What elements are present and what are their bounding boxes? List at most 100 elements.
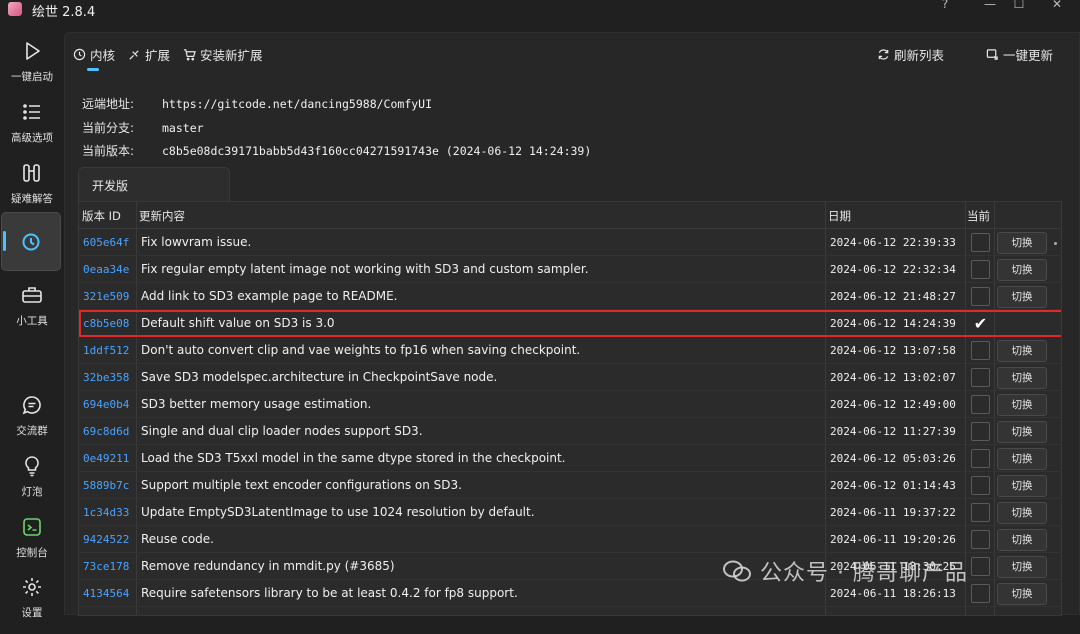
- refresh-list-button[interactable]: 刷新列表: [877, 45, 944, 64]
- commit-date: 2024-06-12 21:48:27: [830, 290, 956, 303]
- table-row[interactable]: 0e49211 Load the SD3 T5xxl model in the s…: [79, 445, 1061, 472]
- sidebar-item-label: 交流群: [16, 425, 48, 437]
- switch-button[interactable]: 切换: [997, 259, 1047, 281]
- sidebar-item-label: 控制台: [16, 547, 48, 559]
- switch-button[interactable]: 切换: [997, 394, 1047, 416]
- table-header: 版本 ID 更新内容 日期 当前: [79, 202, 1061, 229]
- current-checkbox: [971, 341, 990, 360]
- close-button[interactable]: ✕: [1047, 0, 1067, 11]
- tab-dev-branch[interactable]: 开发版: [78, 167, 230, 201]
- sidebar-item-launch[interactable]: 一键启动: [0, 40, 64, 98]
- commit-message: Don't auto convert clip and vae weights …: [141, 343, 581, 357]
- tab-label: 扩展: [145, 48, 171, 63]
- sidebar-item-bulb[interactable]: 灯泡: [0, 455, 64, 513]
- tab-bar: 内核 扩展 安装新扩展 刷新列表 一键更新: [65, 33, 1080, 73]
- table-row[interactable]: 5889b7c Support multiple text encoder con…: [79, 472, 1061, 499]
- switch-button[interactable]: 切换: [997, 421, 1047, 443]
- watermark-text: 公众号 · 腾哥聊产品: [760, 561, 968, 586]
- switch-button[interactable]: 切换: [997, 583, 1047, 605]
- table-row[interactable]: 1c34d33 Update EmptySD3LatentImage to use…: [79, 499, 1061, 526]
- history-icon: [22, 233, 40, 251]
- table-row[interactable]: 9424522 Reuse code. 2024-06-11 19:20:26 切换: [79, 526, 1061, 553]
- table-row[interactable]: 32be358 Save SD3 modelspec.architecture i…: [79, 364, 1061, 391]
- version-id: 321e509: [83, 290, 130, 303]
- table-row[interactable]: 1ddf512 Don't auto convert clip and vae w…: [79, 337, 1061, 364]
- tab-extensions[interactable]: 扩展: [128, 45, 170, 64]
- chat-icon: [22, 396, 41, 415]
- switch-button[interactable]: 切换: [997, 232, 1047, 254]
- help-button[interactable]: ?: [935, 0, 955, 11]
- switch-button[interactable]: 切换: [997, 529, 1047, 551]
- update-all-button[interactable]: 一键更新: [986, 45, 1053, 64]
- table-row[interactable]: 694e0b4 SD3 better memory usage estimatio…: [79, 391, 1061, 418]
- commit-message: Save SD3 modelspec.architecture in Check…: [141, 370, 498, 384]
- toolbox-icon: [22, 287, 42, 303]
- cart-icon: [183, 49, 196, 61]
- current-checkbox: [971, 368, 990, 387]
- list-icon: [23, 104, 40, 120]
- sidebar-item-console[interactable]: 控制台: [0, 516, 64, 574]
- version-id: 69c8d6d: [83, 425, 130, 438]
- version-id: 605e64f: [83, 236, 130, 249]
- table-row[interactable]: 0eaa34e Fix regular empty latent image no…: [79, 256, 1061, 283]
- switch-button[interactable]: 切换: [997, 448, 1047, 470]
- commit-date: 2024-06-11 19:20:26: [830, 533, 956, 546]
- commit-message: Fix lowvram issue.: [141, 235, 252, 249]
- commit-message: Single and dual clip loader nodes suppor…: [141, 424, 423, 438]
- table-row[interactable]: 605e64f Fix lowvram issue. 2024-06-12 22:3…: [79, 229, 1061, 256]
- sidebar-item-tools[interactable]: 小工具: [0, 284, 64, 342]
- table-row[interactable]: 321e509 Add link to SD3 example page to R…: [79, 283, 1061, 310]
- tab-label: 内核: [90, 48, 116, 63]
- header-date[interactable]: 日期: [828, 208, 851, 224]
- switch-button[interactable]: 切换: [997, 286, 1047, 308]
- table-row[interactable]: 69c8d6d Single and dual clip loader nodes…: [79, 418, 1061, 445]
- tab-kernel[interactable]: 内核: [73, 45, 115, 64]
- version-id: 4134564: [83, 587, 130, 600]
- table-row[interactable]: c8b5e08 Default shift value on SD3 is 3.0…: [79, 310, 1061, 337]
- maximize-button[interactable]: ☐: [1009, 0, 1029, 11]
- switch-button[interactable]: 切换: [997, 556, 1047, 578]
- refresh-icon: [878, 49, 889, 60]
- header-current[interactable]: 当前: [967, 208, 990, 224]
- commit-date: 2024-06-12 13:07:58: [830, 344, 956, 357]
- sidebar-item-version[interactable]: [1, 212, 61, 271]
- main-panel: 内核 扩展 安装新扩展 刷新列表 一键更新 远端地址: https://gitco…: [64, 32, 1080, 616]
- sidebar-item-advanced[interactable]: 高级选项: [0, 101, 64, 159]
- tools-icon: [23, 164, 40, 182]
- commit-date: 2024-06-12 01:14:43: [830, 479, 956, 492]
- sidebar-item-label: 一键启动: [11, 71, 53, 83]
- header-version-id[interactable]: 版本 ID: [82, 208, 121, 224]
- plugin-icon: [129, 50, 139, 60]
- commit-message: Add link to SD3 example page to README.: [141, 289, 398, 303]
- switch-button[interactable]: 切换: [997, 367, 1047, 389]
- current-version-value: c8b5e08dc39171babb5d43f160cc04271591743e…: [162, 144, 592, 158]
- update-icon: [986, 49, 998, 60]
- refresh-list-label: 刷新列表: [894, 48, 945, 63]
- commit-message: Reuse code.: [141, 532, 214, 546]
- switch-button[interactable]: 切换: [997, 340, 1047, 362]
- active-tab-indicator: [87, 68, 99, 71]
- sidebar-item-community[interactable]: 交流群: [0, 394, 64, 452]
- sidebar: 一键启动 高级选项 疑难解答 小工具 交流群 灯泡 控制台 设置: [0, 22, 64, 619]
- current-checkbox: [971, 287, 990, 306]
- tab-install-extension[interactable]: 安装新扩展: [183, 45, 263, 64]
- sidebar-item-settings[interactable]: 设置: [0, 576, 64, 634]
- current-version-row: 当前版本: c8b5e08dc39171babb5d43f160cc0427159…: [82, 142, 591, 159]
- scrollbar[interactable]: [1054, 242, 1057, 245]
- remote-address-label: 远端地址:: [82, 97, 135, 111]
- minimize-button[interactable]: —: [980, 0, 1000, 11]
- gear-icon: [23, 578, 41, 596]
- tab-label: 安装新扩展: [200, 48, 263, 63]
- commit-message: SD3 better memory usage estimation.: [141, 397, 372, 411]
- current-checkbox: [971, 260, 990, 279]
- commit-date: 2024-06-12 05:03:26: [830, 452, 956, 465]
- current-checkbox: [971, 557, 990, 576]
- wechat-icon: [723, 560, 751, 582]
- commit-date: 2024-06-12 14:24:39: [830, 317, 956, 330]
- current-checkbox: [971, 233, 990, 252]
- sidebar-item-label: 灯泡: [21, 486, 43, 498]
- commit-message: Remove redundancy in mmdit.py (#3685): [141, 559, 395, 573]
- header-changes[interactable]: 更新内容: [139, 208, 185, 224]
- switch-button[interactable]: 切换: [997, 502, 1047, 524]
- switch-button[interactable]: 切换: [997, 475, 1047, 497]
